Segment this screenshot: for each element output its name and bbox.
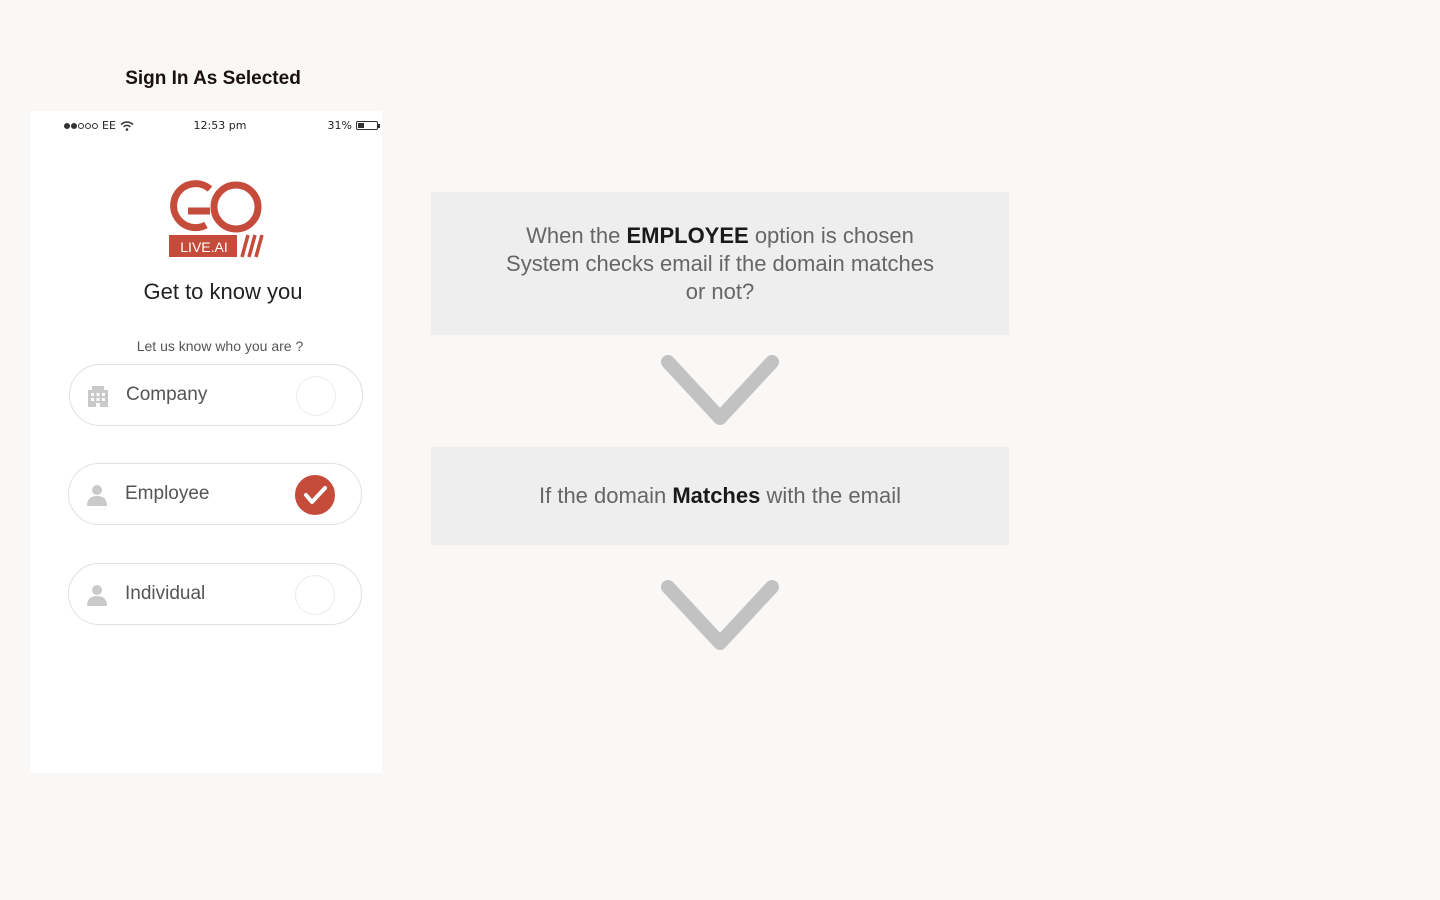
screen-subheading: Let us know who you are ? [136,338,304,354]
flow-text: When the [526,223,627,248]
option-individual[interactable]: Individual [68,563,362,625]
status-bar: EE 12:53 pm 31% [30,119,382,135]
flow-step-line: When the EMPLOYEE option is chosen [431,222,1009,250]
page-title: Sign In As Selected [125,68,301,89]
person-icon [87,485,107,506]
option-employee[interactable]: Employee [68,463,362,525]
flow-step-line: If the domain Matches with the email [431,482,1009,510]
option-label: Company [126,384,208,405]
flow-text: with the email [760,483,901,508]
option-label: Employee [125,483,210,504]
option-company[interactable]: Company [69,364,363,426]
flow-emphasis: EMPLOYEE [626,223,749,248]
battery-percent: 31% [327,119,352,132]
logo-text: LIVE.AI [180,239,228,255]
flow-emphasis: Matches [672,483,761,508]
building-icon [88,386,108,407]
radio-unchecked[interactable] [296,376,336,416]
flow-text: If the domain [539,483,673,508]
screen-heading: Get to know you [143,279,303,304]
checkmark-icon [304,486,327,504]
chevron-down-icon [661,580,779,650]
chevron-down-icon [661,355,779,425]
flow-text: option is chosen [748,223,914,248]
option-label: Individual [125,583,206,604]
flow-step-employee-check: When the EMPLOYEE option is chosen Syste… [431,192,1009,335]
flow-step-line: System checks email if the domain matche… [506,251,934,276]
radio-unchecked[interactable] [295,575,335,615]
battery-icon [356,121,380,130]
flow-step-domain-match: If the domain Matches with the email [431,447,1009,545]
person-icon [87,585,107,606]
radio-checked[interactable] [295,475,335,515]
flow-step-line: or not? [685,279,755,304]
phone-screen: EE 12:53 pm 31% LIVE.AI Get to know you … [30,111,382,773]
